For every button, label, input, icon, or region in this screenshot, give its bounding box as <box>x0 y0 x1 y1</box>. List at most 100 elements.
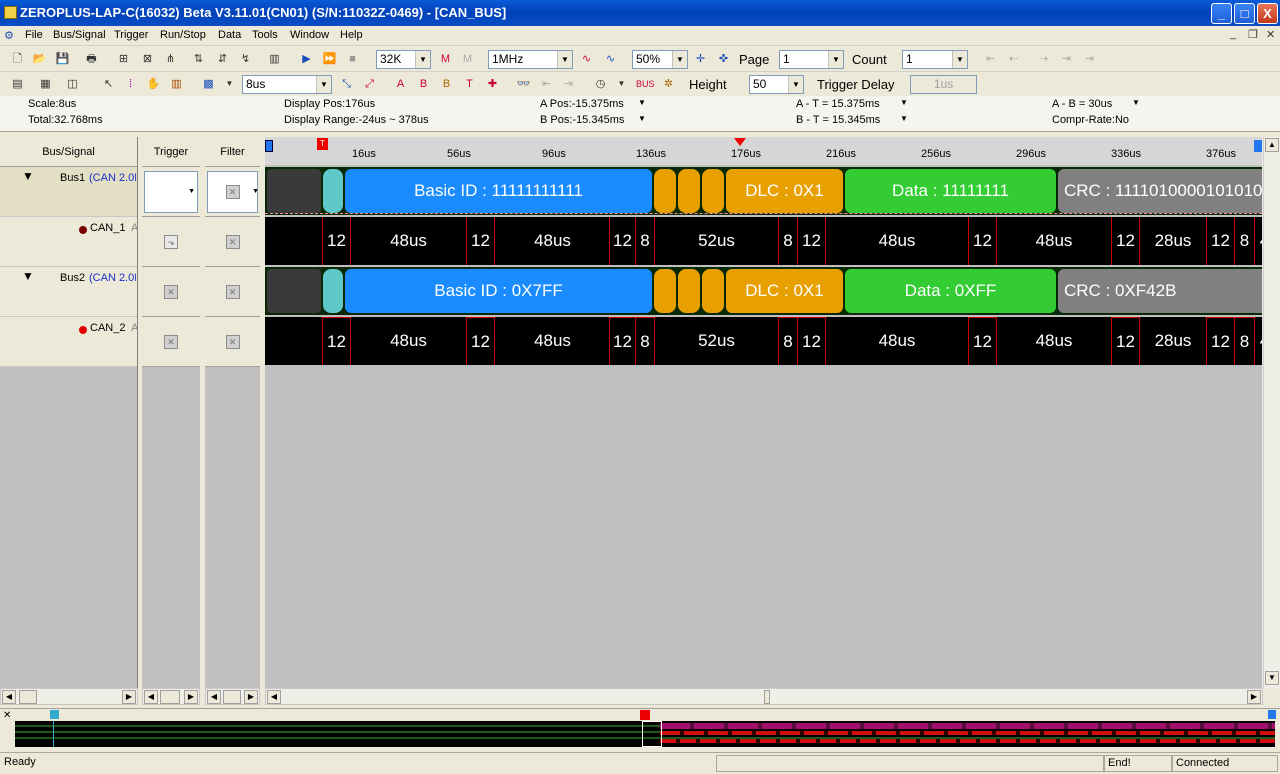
layers-icon[interactable]: ◫ <box>64 76 81 92</box>
chevron-down-icon[interactable]: ▼ <box>613 76 630 92</box>
overview-cursor-a[interactable] <box>50 710 59 719</box>
disabled-box-icon[interactable]: ✕ <box>225 334 240 349</box>
scroll-right-icon[interactable]: ▶ <box>184 690 198 704</box>
time-ruler[interactable]: T 16us 56us 96us 136us 176us 216us 256us… <box>265 137 1262 165</box>
nav-end-icon[interactable]: ⇥ <box>1081 51 1098 67</box>
waveform-tool-1-icon[interactable]: ⊞ <box>115 51 132 67</box>
overview-navigator[interactable]: ✕ <box>0 708 1280 750</box>
trigger-cell-can1[interactable]: ⬎ <box>142 217 200 267</box>
sample-tool-1-icon[interactable]: M <box>437 51 454 67</box>
disabled-box-icon[interactable]: ✕ <box>225 284 240 299</box>
mdi-close-icon[interactable]: ✕ <box>1266 28 1275 41</box>
menu-bus-signal[interactable]: Bus/Signal <box>53 29 106 41</box>
cursor-tool-3-icon[interactable]: ↯ <box>237 51 254 67</box>
nav-prev-icon[interactable]: ⇠ <box>1005 51 1022 67</box>
edge-rise-icon[interactable]: ⤡ <box>338 76 355 92</box>
b-t-info[interactable]: B - T = 15.345ms <box>796 114 880 126</box>
menu-data[interactable]: Data <box>218 29 241 41</box>
maximize-button[interactable]: □ <box>1234 3 1255 24</box>
sample-tool-2-icon[interactable]: M <box>459 51 476 67</box>
overview-trigger-marker[interactable] <box>640 710 650 720</box>
menu-help[interactable]: Help <box>340 29 363 41</box>
collapse-icon[interactable]: ▼ <box>22 169 34 183</box>
trigger-marker[interactable]: T <box>317 138 328 150</box>
settings-tool-icon[interactable]: ▥ <box>266 51 283 67</box>
scroll-left-icon[interactable]: ◀ <box>2 690 16 704</box>
clock-icon[interactable]: ◷ <box>592 76 609 92</box>
disabled-box-icon[interactable]: ✕ <box>164 284 178 299</box>
scroll-thumb[interactable] <box>764 690 770 704</box>
bus1-dlc[interactable]: DLC : 0X1 <box>726 169 843 213</box>
waveform-tool-2-icon[interactable]: ⊠ <box>139 51 156 67</box>
chevron-down-icon[interactable]: ▼ <box>1132 98 1140 107</box>
overview-track[interactable] <box>15 721 1275 747</box>
grid-view-icon[interactable]: ▦ <box>37 76 54 92</box>
can1-lane[interactable]: 12 48us 12 48us 12 8 52us 8 12 48us 12 48us 12 28us 12… <box>265 217 1262 265</box>
bus2-lane[interactable]: Basic ID : 0X7FF DLC : 0X1 Data : 0XFF C… <box>265 267 1262 315</box>
hand-icon[interactable]: ✋ <box>145 76 162 92</box>
trigger-edge-icon[interactable]: ⬎ <box>164 234 178 249</box>
chevron-down-icon[interactable]: ▼ <box>638 114 646 123</box>
new-file-icon[interactable]: 🗋 <box>9 51 26 67</box>
bar-add-icon[interactable]: ✚ <box>484 76 501 92</box>
scroll-thumb[interactable] <box>19 690 37 704</box>
disabled-box-icon[interactable]: ✕ <box>164 334 178 349</box>
run-repeat-icon[interactable]: ⏩ <box>321 51 338 67</box>
list-view-icon[interactable]: ▤ <box>9 76 26 92</box>
trigger-cell-bus1[interactable]: ▼ <box>142 167 200 217</box>
binoculars-icon[interactable]: 👓 <box>515 76 532 92</box>
scale-select[interactable]: 8us ▼ <box>242 75 332 94</box>
filter-cell-can2[interactable]: ✕ <box>205 317 260 367</box>
overview-cursor-b[interactable] <box>1268 710 1276 719</box>
bus2-dlc[interactable]: DLC : 0X1 <box>726 269 843 313</box>
bus2-basic-id[interactable]: Basic ID : 0X7FF <box>345 269 652 313</box>
scroll-right-icon[interactable]: ▶ <box>244 690 258 704</box>
zoom-out-icon[interactable]: ✜ <box>715 51 732 67</box>
zoom-in-icon[interactable]: ✛ <box>692 51 709 67</box>
trigger-cell-can2[interactable]: ✕ <box>142 317 200 367</box>
trigger-hscrollbar[interactable]: ◀ ▶ <box>142 688 200 705</box>
clock-wave-2-icon[interactable]: ∿ <box>602 51 619 67</box>
b-pos-info[interactable]: B Pos:-15.345ms <box>540 114 624 126</box>
nav-next-icon[interactable]: ⇢ <box>1035 51 1052 67</box>
waveform-tool-3-icon[interactable]: ⋔ <box>162 51 179 67</box>
a-t-info[interactable]: A - T = 15.375ms <box>796 98 880 110</box>
chevron-down-icon[interactable]: ▼ <box>900 98 908 107</box>
filter-cell-bus1[interactable]: ✕ ▼ <box>205 167 260 217</box>
signal-row-can2[interactable]: CAN_2 A <box>0 317 138 367</box>
save-icon[interactable]: 💾 <box>54 51 71 67</box>
bus-settings-icon[interactable]: ✲ <box>660 76 677 92</box>
menu-tools[interactable]: Tools <box>252 29 278 41</box>
search-next-icon[interactable]: ⇥ <box>560 76 577 92</box>
bus1-data[interactable]: Data : 11111111 <box>845 169 1056 213</box>
menu-file[interactable]: File <box>25 29 43 41</box>
scroll-thumb[interactable] <box>223 690 241 704</box>
close-button[interactable]: X <box>1257 3 1278 24</box>
scroll-down-icon[interactable]: ▼ <box>1265 671 1279 685</box>
overview-viewport[interactable] <box>642 721 662 747</box>
bus1-basic-id[interactable]: Basic ID : 11111111111 <box>345 169 652 213</box>
run-icon[interactable]: ▶ <box>298 51 315 67</box>
bus2-crc[interactable]: CRC : 0XF42B <box>1058 269 1262 313</box>
edge-fall-icon[interactable]: ⤢ <box>361 76 378 92</box>
nav-last-icon[interactable]: ⇥ <box>1058 51 1075 67</box>
menu-run-stop[interactable]: Run/Stop <box>160 29 206 41</box>
print-icon[interactable]: 🖶 <box>83 51 100 67</box>
waveform-area[interactable]: T 16us 56us 96us 136us 176us 216us 256us… <box>265 137 1262 688</box>
bus2-data[interactable]: Data : 0XFF <box>845 269 1056 313</box>
display-mode-icon[interactable]: ▩ <box>200 76 217 92</box>
scroll-thumb[interactable] <box>160 690 180 704</box>
page-select[interactable]: 1 ▼ <box>779 50 844 69</box>
a-pos-info[interactable]: A Pos:-15.375ms <box>540 98 624 110</box>
trigger-bus1-select[interactable]: ▼ <box>144 171 198 213</box>
filter-bus1-select[interactable]: ✕ ▼ <box>207 171 259 213</box>
minimize-button[interactable]: _ <box>1211 3 1232 24</box>
pointer-icon[interactable]: ↖ <box>100 76 117 92</box>
cursor-select-icon[interactable]: ⁞ <box>122 76 139 92</box>
signal-hscrollbar[interactable]: ◀ ▶ <box>0 688 138 705</box>
filter-hscrollbar[interactable]: ◀ ▶ <box>205 688 260 705</box>
doc-icon[interactable]: ⚙ <box>4 29 14 42</box>
chevron-down-icon[interactable]: ▼ <box>638 98 646 107</box>
cursor-tool-2-icon[interactable]: ⇵ <box>214 51 231 67</box>
open-folder-icon[interactable]: 📂 <box>31 51 48 67</box>
